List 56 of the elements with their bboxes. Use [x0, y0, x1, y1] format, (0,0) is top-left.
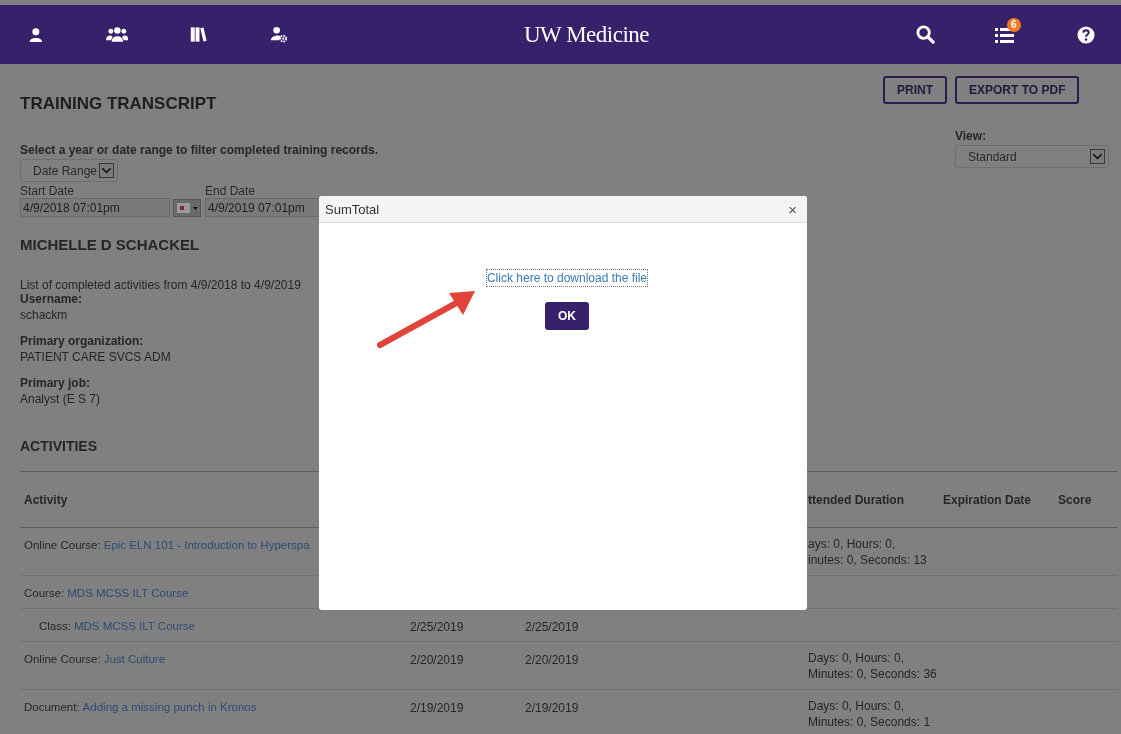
view-select[interactable]: Standard	[955, 145, 1109, 168]
books-icon[interactable]	[190, 25, 208, 44]
table-cell: 2/20/2019	[525, 653, 579, 667]
column-header: Expiration Date	[943, 492, 1033, 507]
group-icon[interactable]	[105, 25, 129, 44]
activity-link[interactable]: Just Culture	[103, 653, 166, 665]
activity-link[interactable]: Adding a missing punch in Kronos	[82, 701, 257, 713]
help-icon[interactable]	[1077, 25, 1095, 44]
table-cell: 2/20/2019	[410, 653, 464, 667]
calendar-icon[interactable]	[173, 198, 201, 217]
field-label: Username:	[20, 292, 83, 306]
download-link[interactable]: Click here to download the file	[486, 270, 648, 286]
start-date-label: Start Date	[20, 184, 76, 198]
activity-link[interactable]: Epic ELN 101 - Introduction to Hyperspa	[103, 539, 310, 551]
duration-cell: Days: 0, Hours: 0, Minutes: 0, Seconds: 1	[808, 698, 931, 730]
activities-summary: List of completed activities from 4/9/2018 to 4/9/2019	[20, 278, 301, 292]
search-icon[interactable]	[916, 25, 935, 44]
field-value: Analyst (E S 7)	[20, 392, 101, 406]
dropdown-icon	[99, 163, 115, 178]
date-range-select[interactable]: Date Range	[20, 159, 119, 182]
person-name: MICHELLE D SCHACKEL	[20, 236, 200, 253]
outline-button[interactable]: EXPORT TO PDF	[955, 76, 1080, 104]
page-title: TRAINING TRANSCRIPT	[20, 94, 217, 114]
activity-type: Document:	[24, 701, 80, 713]
activity-type: Course:	[24, 587, 65, 599]
duration-cell: ays: 0, Hours: 0, inutes: 0, Seconds: 13	[808, 536, 927, 568]
field-value: schackm	[20, 308, 69, 322]
field-label: Primary organization:	[20, 334, 145, 348]
end-date-label: End Date	[205, 184, 257, 198]
activity-type: Class:	[39, 620, 71, 632]
person-gear-icon[interactable]	[269, 25, 288, 44]
field-value: PATIENT CARE SVCS ADM	[20, 350, 171, 364]
brand-logo[interactable]: UW Medicine	[524, 21, 649, 48]
table-cell: 2/25/2019	[410, 620, 464, 634]
dropdown-icon	[1090, 149, 1105, 164]
close-button[interactable]: ×	[784, 200, 801, 218]
notification-badge: 6	[1007, 17, 1021, 32]
ok-button[interactable]: OK	[545, 302, 589, 330]
column-header: Score	[1058, 492, 1093, 507]
view-label: View:	[955, 129, 987, 143]
column-header: ttended Duration	[808, 492, 905, 507]
duration-cell: Days: 0, Hours: 0, Minutes: 0, Seconds: 36	[808, 650, 937, 682]
activity-link[interactable]: MDS MCSS ILT Course	[67, 587, 189, 599]
column-header: Activity	[23, 492, 69, 507]
activity-link[interactable]: MDS MCSS ILT Course	[73, 620, 195, 632]
table-cell: 2/19/2019	[410, 701, 464, 715]
activity-type: Online Course:	[24, 653, 101, 665]
field-label: Primary job:	[20, 376, 92, 390]
start-date-field[interactable]: 4/9/2018 07:01pm	[20, 198, 170, 217]
outline-button[interactable]: PRINT	[883, 76, 947, 104]
table-cell: 2/25/2019	[525, 620, 579, 634]
table-cell: 2/19/2019	[525, 701, 579, 715]
activity-type: Online Course:	[24, 539, 101, 551]
section-title: ACTIVITIES	[20, 438, 97, 454]
filter-prompt: Select a year or date range to filter completed training records.	[20, 143, 379, 157]
person-icon[interactable]	[28, 25, 44, 44]
